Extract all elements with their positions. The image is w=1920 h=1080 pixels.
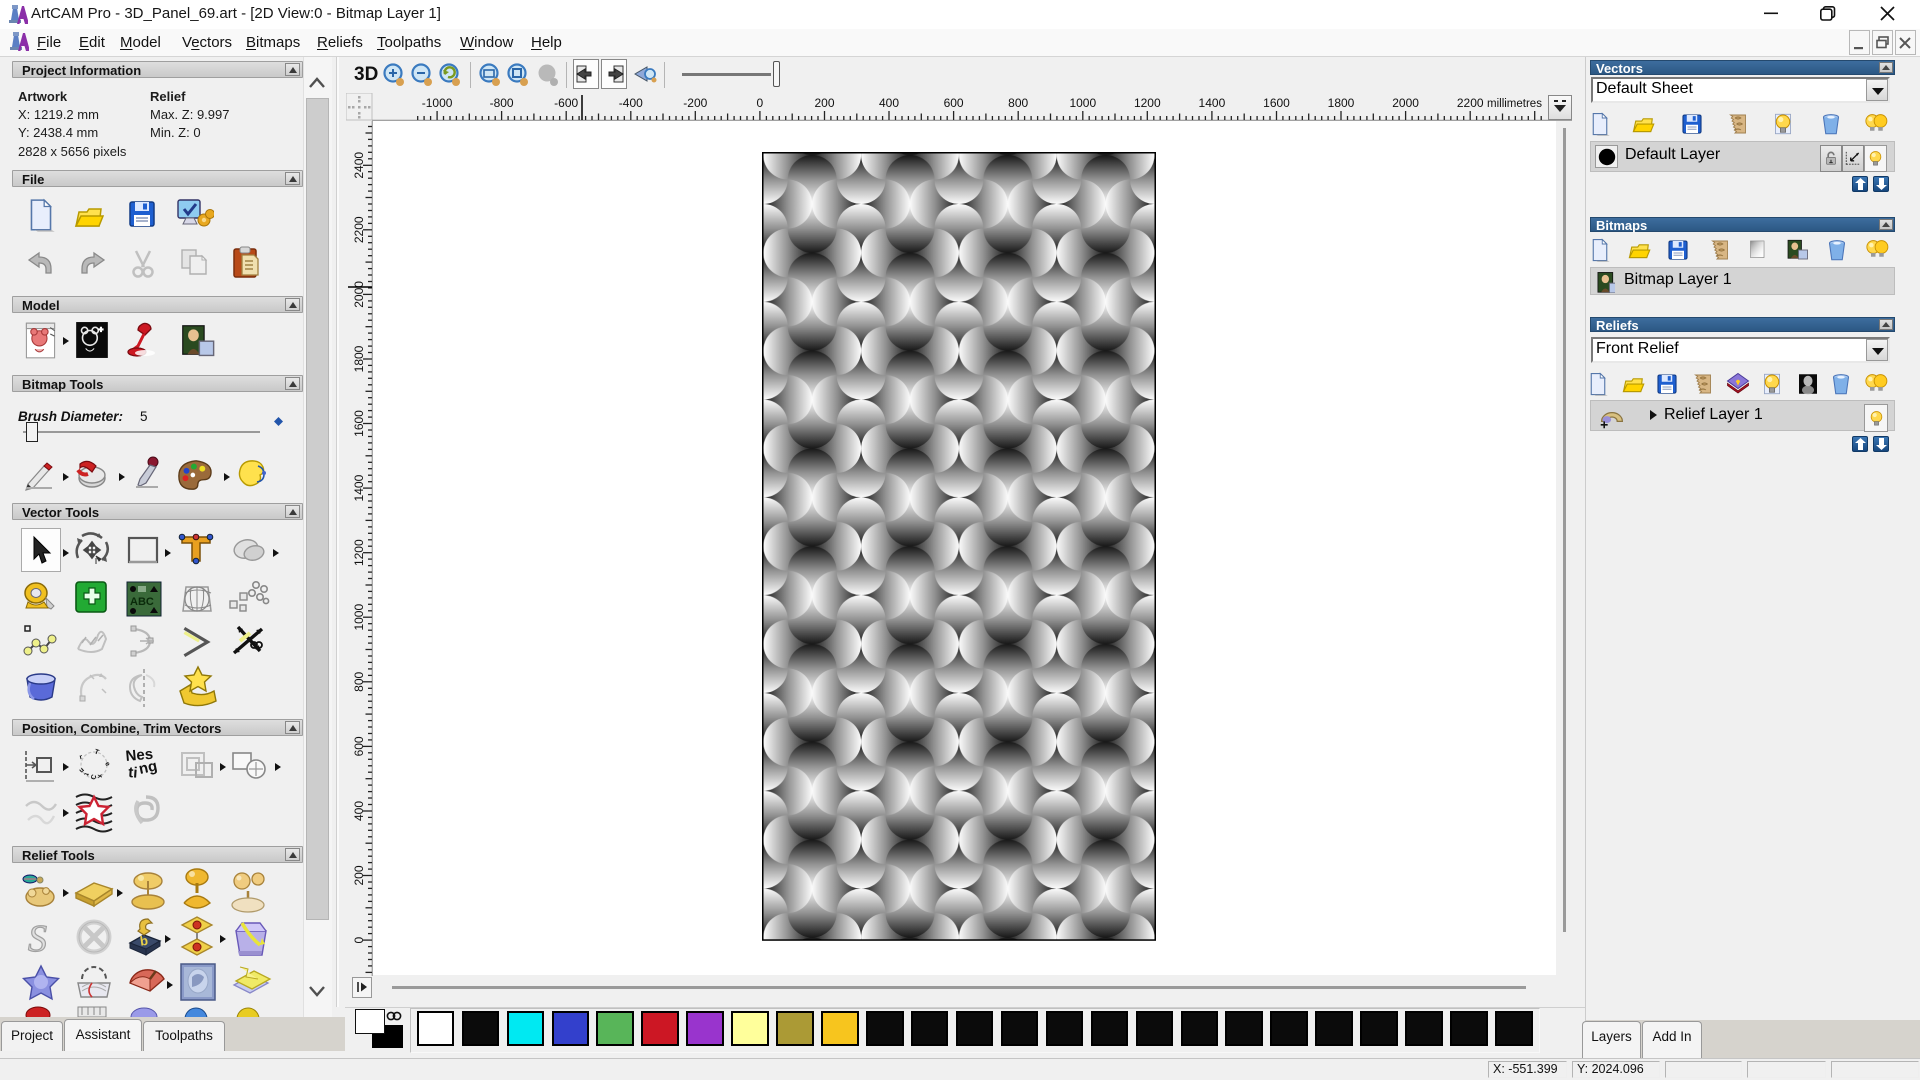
- svg-text:2400: 2400: [352, 152, 366, 179]
- svg-text:1800: 1800: [1328, 96, 1355, 110]
- svg-text:0: 0: [757, 96, 764, 110]
- svg-text:r: r: [79, 754, 84, 762]
- svg-text:1400: 1400: [1199, 96, 1226, 110]
- svg-text:1600: 1600: [352, 410, 366, 437]
- svg-text:1600: 1600: [1263, 96, 1290, 110]
- svg-text:ti: ti: [128, 764, 138, 782]
- svg-text:1800: 1800: [352, 345, 366, 372]
- svg-text:S: S: [28, 918, 47, 958]
- svg-text:2000: 2000: [1392, 96, 1419, 110]
- svg-text:600: 600: [944, 96, 964, 110]
- svg-text:0: 0: [352, 936, 366, 943]
- svg-text:600: 600: [352, 736, 366, 756]
- svg-text:400: 400: [352, 801, 366, 821]
- svg-text:1400: 1400: [352, 474, 366, 501]
- svg-text:200: 200: [352, 865, 366, 885]
- svg-text:1000: 1000: [1069, 96, 1096, 110]
- svg-text:-1000: -1000: [422, 96, 453, 110]
- svg-text:800: 800: [352, 671, 366, 691]
- svg-text:ABC: ABC: [130, 596, 154, 608]
- svg-text:1000: 1000: [352, 604, 366, 631]
- svg-text:800: 800: [1008, 96, 1028, 110]
- svg-text:1200: 1200: [1134, 96, 1161, 110]
- svg-text:-200: -200: [683, 96, 707, 110]
- svg-text:-800: -800: [490, 96, 514, 110]
- svg-text:400: 400: [879, 96, 899, 110]
- svg-text:2200: 2200: [1457, 96, 1484, 110]
- svg-text:ng: ng: [137, 757, 158, 777]
- svg-text:2200: 2200: [352, 216, 366, 243]
- svg-text:-600: -600: [554, 96, 578, 110]
- svg-text:2000: 2000: [352, 281, 366, 308]
- svg-text:millimetres: millimetres: [1487, 98, 1542, 110]
- svg-text:1200: 1200: [352, 539, 366, 566]
- svg-text:200: 200: [814, 96, 834, 110]
- svg-text:-400: -400: [619, 96, 643, 110]
